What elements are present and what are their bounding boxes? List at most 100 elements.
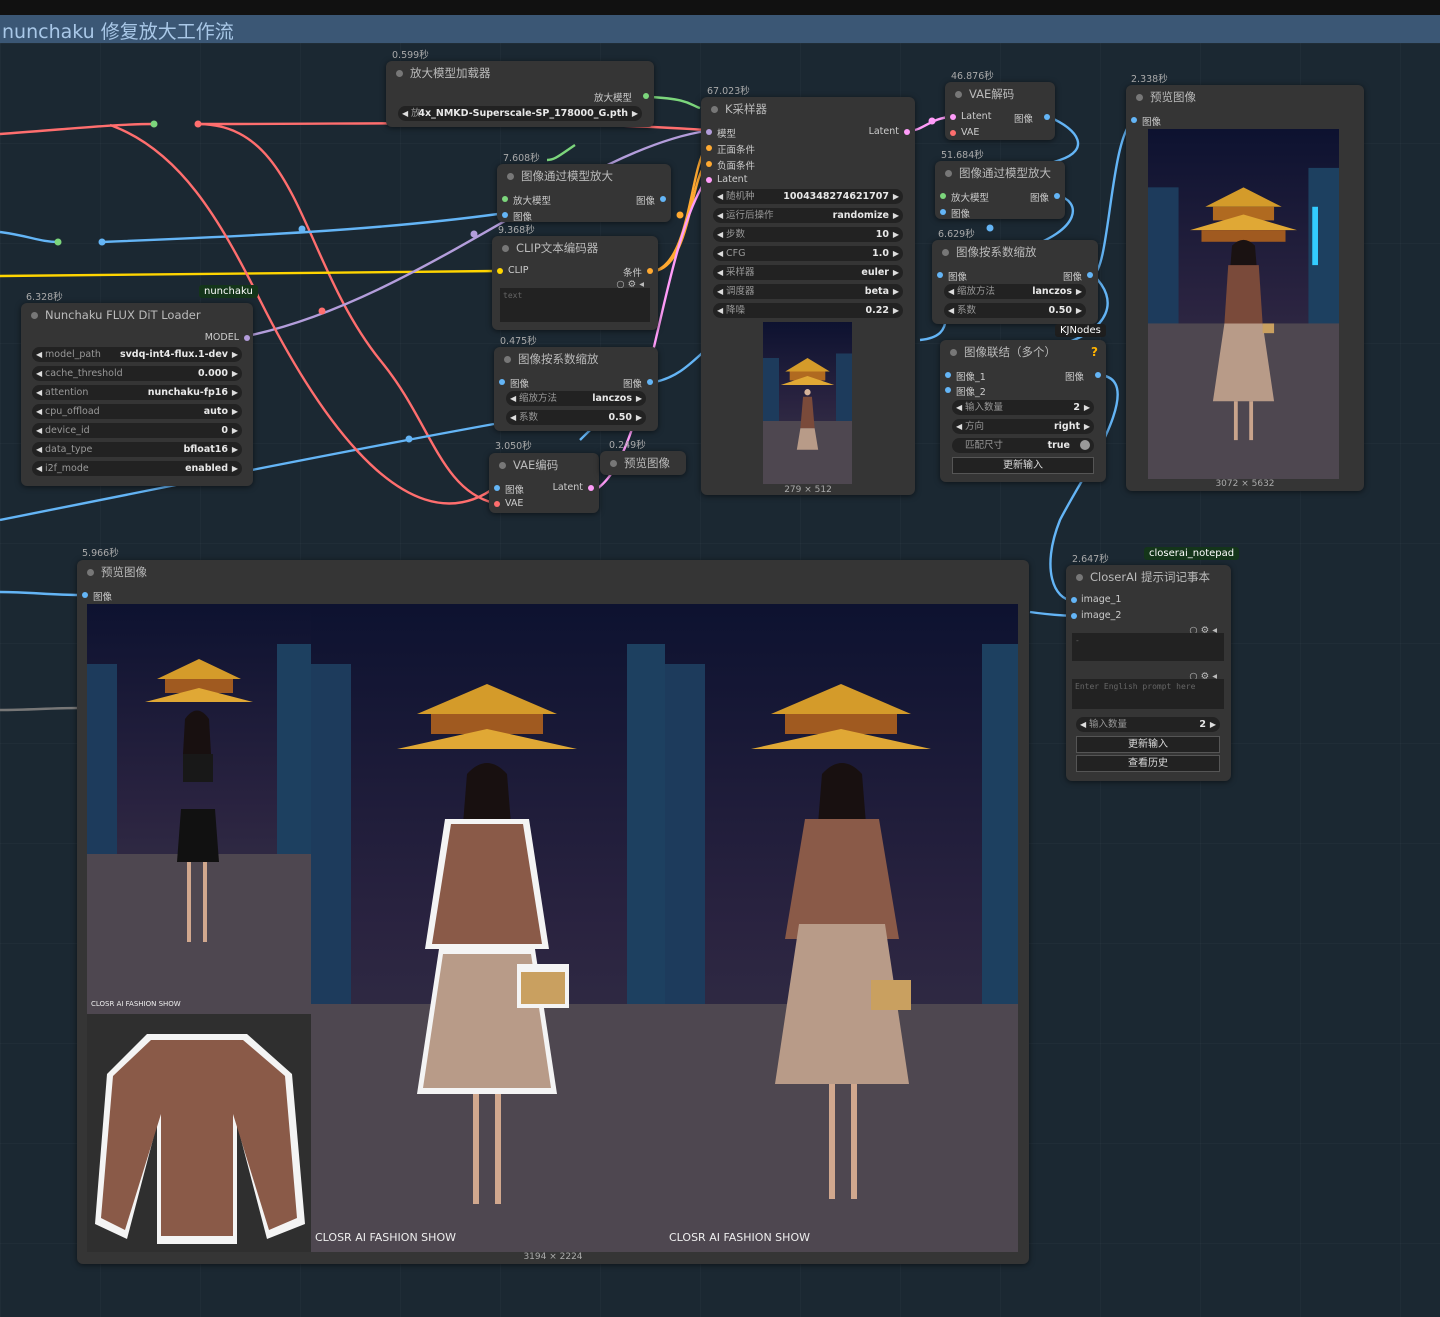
arrow-left-icon[interactable]: ◀ (948, 284, 954, 299)
match-size-toggle[interactable]: 匹配尺寸 true (952, 438, 1094, 453)
vae-decode-node[interactable]: VAE解码 Latent 图像 VAE (945, 82, 1055, 140)
preview-image-node-bottom[interactable]: 预览图像 图像 CLOSR AI FASHION SHOW CLOSR AI F… (77, 560, 1029, 1264)
output-dot[interactable] (904, 129, 910, 135)
arrow-right-icon[interactable]: ▶ (232, 385, 238, 400)
arrow-right-icon[interactable]: ▶ (232, 442, 238, 457)
arrow-left-icon[interactable]: ◀ (402, 106, 408, 121)
output-dot[interactable] (244, 335, 250, 341)
notepad-text-1[interactable]: - (1072, 633, 1224, 661)
image-upscale-with-model-node-1[interactable]: 图像通过模型放大 放大模型 图像 图像 (497, 164, 671, 223)
image-concat-multi-node[interactable]: 图像联结（多个） ? 图像_1 图像 图像_2 ◀ 输入数量 2 ▶ ◀ 方向 right… (940, 340, 1106, 482)
arrow-right-icon[interactable]: ▶ (232, 347, 238, 362)
input-dot-image[interactable] (1131, 117, 1137, 123)
arrow-right-icon[interactable]: ▶ (636, 410, 642, 425)
input-dot-image[interactable] (502, 212, 508, 218)
input-dot-upscale-model[interactable] (502, 196, 508, 202)
arrow-right-icon[interactable]: ▶ (1210, 717, 1216, 732)
input-dot-image-2[interactable] (1071, 613, 1077, 619)
input-dot-model[interactable] (706, 129, 712, 135)
arrow-left-icon[interactable]: ◀ (717, 265, 723, 280)
arrow-right-icon[interactable]: ▶ (893, 227, 899, 242)
sampler-widget[interactable]: ◀ 采样器 euler ▶ (713, 265, 903, 280)
denoise-widget[interactable]: ◀ 降噪 0.22 ▶ (713, 303, 903, 318)
model-path-widget[interactable]: ◀ model_path svdq-int4-flux.1-dev ▶ (32, 347, 242, 362)
arrow-right-icon[interactable]: ▶ (893, 265, 899, 280)
toggle-knob[interactable] (1080, 440, 1090, 450)
arrow-right-icon[interactable]: ▶ (893, 246, 899, 261)
prompt-textarea[interactable]: text (500, 288, 650, 322)
output-dot[interactable] (1044, 114, 1050, 120)
nunchaku-flux-dit-loader-node[interactable]: Nunchaku FLUX DiT Loader MODEL ◀ model_pa… (21, 303, 253, 486)
arrow-left-icon[interactable]: ◀ (956, 419, 962, 434)
arrow-left-icon[interactable]: ◀ (717, 208, 723, 223)
arrow-left-icon[interactable]: ◀ (36, 404, 42, 419)
update-inputs-button[interactable]: 更新输入 (952, 457, 1094, 474)
input-dot-image-1[interactable] (1071, 597, 1077, 603)
attention-widget[interactable]: ◀ attention nunchaku-fp16 ▶ (32, 385, 242, 400)
input-dot-upscale-model[interactable] (940, 193, 946, 199)
input-dot-image[interactable] (494, 485, 500, 491)
output-dot[interactable] (660, 196, 666, 202)
preview-image-node-right[interactable]: 预览图像 图像 3072 × 5632 (1126, 85, 1364, 491)
input-dot-negative[interactable] (706, 161, 712, 167)
arrow-left-icon[interactable]: ◀ (948, 303, 954, 318)
arrow-right-icon[interactable]: ▶ (893, 189, 899, 204)
preview-image-node-small[interactable]: 预览图像 (600, 451, 686, 475)
arrow-left-icon[interactable]: ◀ (36, 385, 42, 400)
input-dot-vae[interactable] (950, 130, 956, 136)
arrow-right-icon[interactable]: ▶ (893, 303, 899, 318)
arrow-left-icon[interactable]: ◀ (510, 391, 516, 406)
image-scale-by-node-2[interactable]: 图像按系数缩放 图像 图像 ◀ 缩放方法 lanczos ▶ ◀ 系数 0.50 ▶ (932, 240, 1098, 324)
image-upscale-with-model-node-2[interactable]: 图像通过模型放大 放大模型 图像 图像 (935, 161, 1065, 220)
model-name-widget[interactable]: ◀ 放 4x_NMKD-Superscale-SP_178000_G.pth ▶ (398, 106, 642, 121)
arrow-left-icon[interactable]: ◀ (36, 423, 42, 438)
arrow-left-icon[interactable]: ◀ (510, 410, 516, 425)
output-dot[interactable] (1054, 193, 1060, 199)
control-after-generate-widget[interactable]: ◀ 运行后操作 randomize ▶ (713, 208, 903, 223)
arrow-right-icon[interactable]: ▶ (636, 391, 642, 406)
data-type-widget[interactable]: ◀ data_type bfloat16 ▶ (32, 442, 242, 457)
arrow-left-icon[interactable]: ◀ (717, 246, 723, 261)
steps-widget[interactable]: ◀ 步数 10 ▶ (713, 227, 903, 242)
upscale-method-widget[interactable]: ◀ 缩放方法 lanczos ▶ (506, 391, 646, 406)
clip-text-encode-node[interactable]: CLIP文本编码器 CLIP 条件 ○ ⚙ ◂ text (492, 236, 658, 330)
direction-widget[interactable]: ◀ 方向 right ▶ (952, 419, 1094, 434)
view-history-button[interactable]: 查看历史 (1076, 755, 1220, 772)
input-dot-image-1[interactable] (945, 372, 951, 378)
arrow-right-icon[interactable]: ▶ (1084, 419, 1090, 434)
arrow-right-icon[interactable]: ▶ (232, 366, 238, 381)
output-dot[interactable] (1087, 272, 1093, 278)
arrow-right-icon[interactable]: ▶ (893, 284, 899, 299)
i2f-mode-widget[interactable]: ◀ i2f_mode enabled ▶ (32, 461, 242, 476)
arrow-left-icon[interactable]: ◀ (956, 400, 962, 415)
arrow-right-icon[interactable]: ▶ (1076, 303, 1082, 318)
image-scale-by-node-1[interactable]: 图像按系数缩放 图像 图像 ◀ 缩放方法 lanczos ▶ ◀ 系数 0.50 ▶ (494, 347, 658, 431)
arrow-right-icon[interactable]: ▶ (232, 404, 238, 419)
scale-by-widget[interactable]: ◀ 系数 0.50 ▶ (506, 410, 646, 425)
inputcount-widget[interactable]: ◀ 输入数量 2 ▶ (952, 400, 1094, 415)
update-inputs-button[interactable]: 更新输入 (1076, 736, 1220, 753)
closerai-notepad-node[interactable]: CloserAI 提示词记事本 image_1 image_2 ○ ⚙ ◂ - … (1066, 565, 1231, 781)
input-dot-clip[interactable] (497, 268, 503, 274)
upscale-method-widget[interactable]: ◀ 缩放方法 lanczos ▶ (944, 284, 1086, 299)
arrow-left-icon[interactable]: ◀ (1080, 717, 1086, 732)
cpu-offload-widget[interactable]: ◀ cpu_offload auto ▶ (32, 404, 242, 419)
output-dot[interactable] (1095, 372, 1101, 378)
arrow-left-icon[interactable]: ◀ (717, 189, 723, 204)
input-dot-image[interactable] (937, 272, 943, 278)
input-dot-latent[interactable] (706, 177, 712, 183)
arrow-right-icon[interactable]: ▶ (1076, 284, 1082, 299)
arrow-right-icon[interactable]: ▶ (1084, 400, 1090, 415)
ksampler-node[interactable]: K采样器 模型 Latent 正面条件 负面条件 Latent ◀ 随机种 1004… (701, 97, 915, 495)
arrow-left-icon[interactable]: ◀ (717, 303, 723, 318)
device-id-widget[interactable]: ◀ device_id 0 ▶ (32, 423, 242, 438)
arrow-left-icon[interactable]: ◀ (36, 442, 42, 457)
input-dot-positive[interactable] (706, 145, 712, 151)
arrow-right-icon[interactable]: ▶ (232, 461, 238, 476)
output-dot[interactable] (588, 485, 594, 491)
arrow-left-icon[interactable]: ◀ (36, 347, 42, 362)
seed-widget[interactable]: ◀ 随机种 1004348274621707 ▶ (713, 189, 903, 204)
input-dot-vae[interactable] (494, 501, 500, 507)
output-dot[interactable] (647, 268, 653, 274)
arrow-right-icon[interactable]: ▶ (893, 208, 899, 223)
